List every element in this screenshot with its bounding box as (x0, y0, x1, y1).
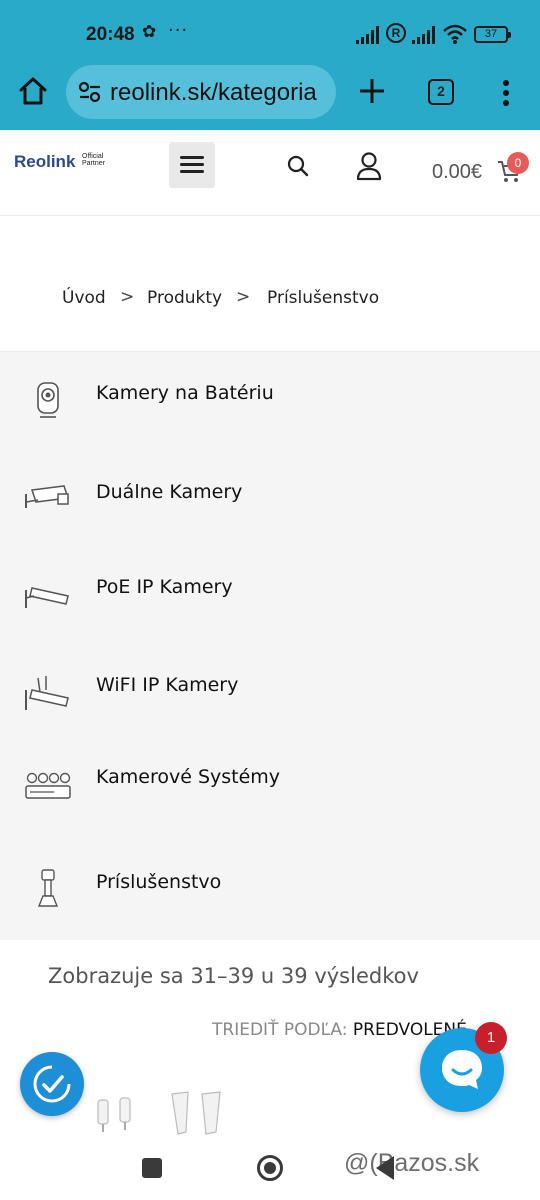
breadcrumb-separator: > (120, 287, 135, 307)
category-dual-cameras[interactable]: Duálne Kamery (0, 450, 540, 546)
more-menu-icon[interactable] (500, 78, 512, 108)
category-accessories[interactable]: Príslušenstvo (0, 842, 540, 938)
accessory-mount-icon (37, 869, 59, 907)
category-label: PoE IP Kamery (96, 576, 233, 598)
cart-total[interactable]: 0.00€ (432, 161, 482, 184)
camera-system-icon (25, 772, 71, 799)
category-label: Príslušenstvo (96, 871, 222, 893)
wifi-icon (443, 24, 467, 44)
wifi-camera-icon (25, 676, 69, 710)
new-tab-icon[interactable] (358, 77, 386, 105)
category-list: Kamery na Batériu Duálne Kamery PoE IP K… (0, 352, 540, 940)
accessibility-button[interactable] (20, 1052, 84, 1116)
roaming-icon: R (386, 23, 406, 43)
logo-text: Reolink (14, 152, 76, 171)
breadcrumb: Úvod > Produkty > Príslušenstvo (0, 216, 540, 352)
url-text: reolink.sk/kategoria (110, 79, 317, 106)
recent-apps-button[interactable] (142, 1158, 162, 1178)
breadcrumb-products[interactable]: Produkty (147, 288, 222, 308)
hamburger-menu-button[interactable] (169, 142, 215, 188)
breadcrumb-separator: > (236, 287, 251, 307)
breadcrumb-home[interactable]: Úvod (62, 288, 106, 308)
sort-label: TRIEDIŤ PODĽA: (212, 1020, 348, 1040)
accessibility-icon (33, 1065, 71, 1103)
site-header: Reolink Official Partner 0.00€ 0 (0, 130, 540, 216)
category-label: WiFI IP Kamery (96, 674, 239, 696)
category-label: Duálne Kamery (96, 481, 243, 503)
more-notifications-indicator: ··· (168, 20, 189, 41)
signal-icon (356, 26, 379, 44)
category-poe-cameras[interactable]: PoE IP Kamery (0, 548, 540, 644)
status-time: 20:48 (86, 24, 135, 45)
home-button[interactable] (257, 1155, 283, 1181)
product-thumbnail[interactable] (166, 1086, 226, 1136)
logo-tagline-line-1: Official (82, 153, 104, 160)
address-bar[interactable]: reolink.sk/kategoria (66, 65, 336, 119)
chat-notification-badge: 1 (475, 1022, 507, 1054)
cart-count-badge: 0 (507, 152, 529, 174)
bazos-watermark: @(Bazos.sk (344, 1149, 480, 1177)
dual-camera-icon (25, 485, 70, 508)
battery-icon: 37 (474, 26, 511, 43)
category-battery-cameras[interactable]: Kamery na Batériu (0, 352, 540, 448)
tab-switcher-button[interactable]: 2 (428, 79, 454, 105)
signal-icon-2 (412, 26, 435, 44)
user-account-icon[interactable] (355, 151, 383, 181)
reolink-logo[interactable]: Reolink Official Partner (14, 152, 105, 172)
home-icon[interactable] (18, 76, 48, 106)
flower-icon: ✿ (142, 22, 157, 42)
search-icon[interactable] (286, 154, 310, 178)
site-settings-icon[interactable] (78, 81, 102, 103)
poe-camera-icon (25, 587, 69, 608)
system-navigation-bar: @(Bazos.sk (0, 1136, 540, 1200)
breadcrumb-current: Príslušenstvo (267, 288, 380, 308)
category-label: Kamerové Systémy (96, 766, 281, 788)
logo-tagline-line-2: Partner (82, 160, 105, 167)
logo-tagline: Official Partner (82, 153, 105, 167)
back-button[interactable] (376, 1156, 394, 1180)
category-wifi-cameras[interactable]: WiFI IP Kamery (0, 646, 540, 742)
results-count: Zobrazuje sa 31–39 u 39 výsledkov (48, 964, 419, 988)
browser-toolbar: reolink.sk/kategoria 2 (0, 62, 540, 130)
category-camera-systems[interactable]: Kamerové Systémy (0, 744, 540, 840)
battery-camera-icon (37, 382, 59, 418)
status-bar: 20:48 ✿ ··· R 37 (0, 0, 540, 62)
category-label: Kamery na Batériu (96, 382, 274, 404)
product-thumbnail[interactable] (92, 1086, 138, 1134)
